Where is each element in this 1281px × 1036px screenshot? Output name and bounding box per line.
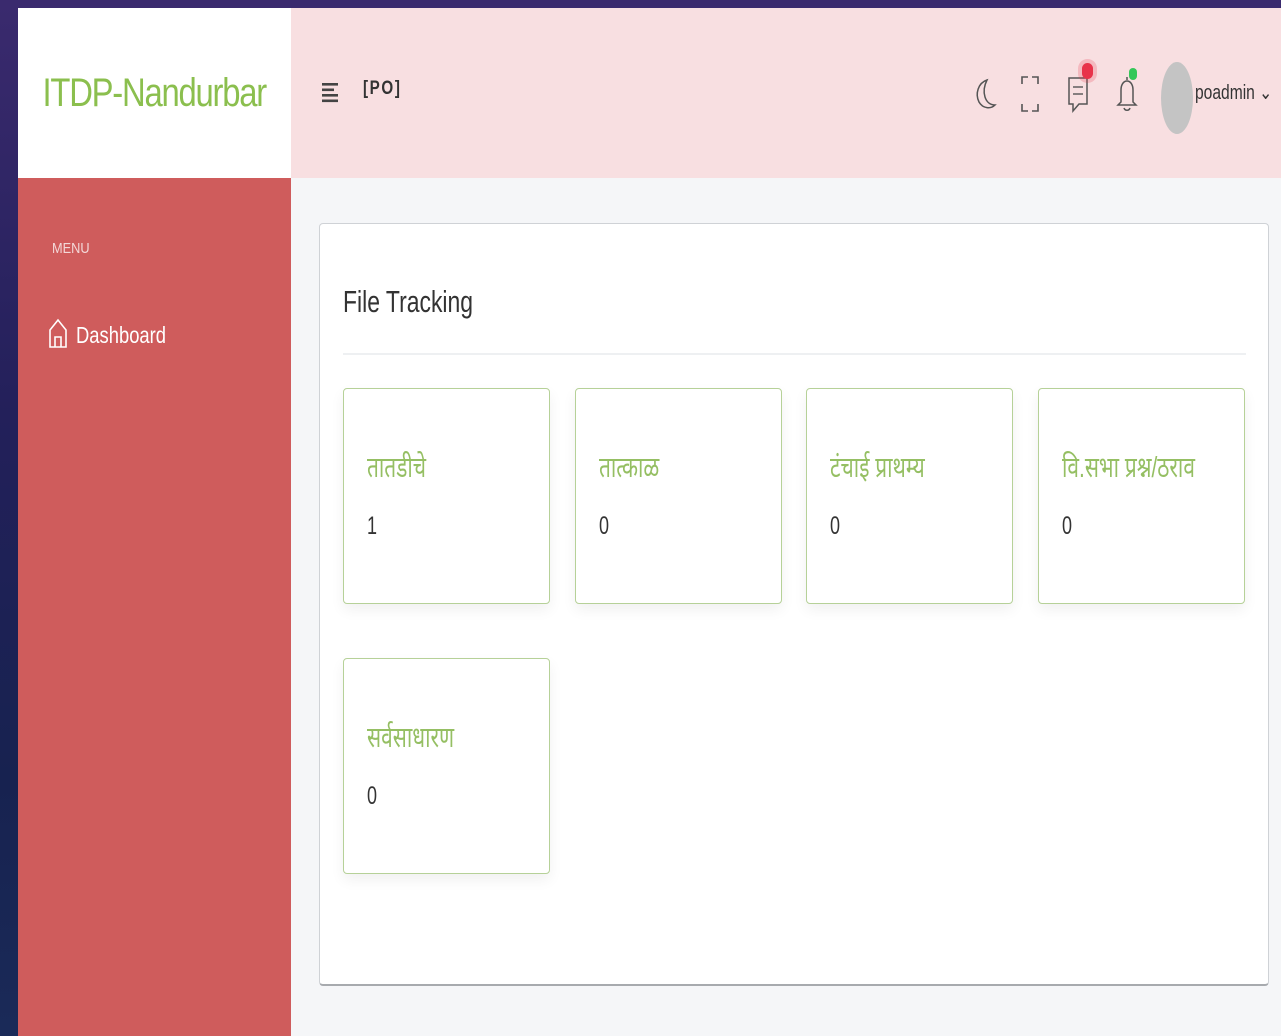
file-tracking-panel: File Tracking तातडीचे 1 तात्काळ 0 टंचाई … — [319, 223, 1269, 986]
bell-icon[interactable] — [1116, 68, 1138, 119]
sidebar: MENU Dashboard — [18, 178, 291, 1036]
fullscreen-icon[interactable] — [1019, 74, 1041, 119]
home-icon — [48, 316, 68, 355]
card-tatkal[interactable]: तात्काळ 0 — [575, 388, 782, 604]
card-label: टंचाई प्राथम्य — [830, 452, 925, 484]
card-label: तातडीचे — [367, 452, 427, 484]
moon-icon[interactable] — [973, 74, 997, 119]
card-sarvasadharan[interactable]: सर्वसाधारण 0 — [343, 658, 550, 874]
menu-title: MENU — [52, 240, 90, 257]
hamburger-menu-icon[interactable] — [321, 80, 341, 109]
page-title: File Tracking — [343, 284, 474, 319]
card-count: 1 — [367, 512, 378, 540]
card-count: 0 — [830, 512, 841, 540]
role-label: [PO] — [363, 78, 402, 99]
card-tanchai-prathamya[interactable]: टंचाई प्राथम्य 0 — [806, 388, 1013, 604]
card-count: 0 — [1062, 512, 1073, 540]
sidebar-item-dashboard[interactable]: Dashboard — [48, 316, 189, 355]
card-label: तात्काळ — [599, 452, 660, 484]
avatar[interactable] — [1161, 62, 1193, 134]
app-window: ITDP-Nandurbar MENU Dashboard [PO] poadm… — [18, 8, 1281, 1036]
user-menu[interactable]: poadmin ⌄ — [1195, 80, 1272, 105]
brand-logo[interactable]: ITDP-Nandurbar — [18, 8, 291, 178]
notification-badge — [1129, 68, 1137, 80]
sidebar-item-label: Dashboard — [76, 322, 167, 348]
card-count: 0 — [367, 782, 378, 810]
chevron-down-icon: ⌄ — [1259, 82, 1273, 104]
top-header: [PO] poadmin ⌄ — [291, 8, 1281, 178]
card-vi-sabha-prashna[interactable]: वि.सभा प्रश्न/ठराव 0 — [1038, 388, 1245, 604]
message-badge — [1082, 63, 1093, 79]
brand-name: ITDP-Nandurbar — [42, 70, 268, 115]
message-icon[interactable] — [1067, 63, 1093, 119]
divider — [343, 353, 1246, 355]
card-count: 0 — [599, 512, 610, 540]
card-tatdiche[interactable]: तातडीचे 1 — [343, 388, 550, 604]
username: poadmin — [1195, 82, 1255, 104]
card-label: सर्वसाधारण — [367, 722, 455, 754]
card-label: वि.सभा प्रश्न/ठराव — [1062, 452, 1195, 484]
